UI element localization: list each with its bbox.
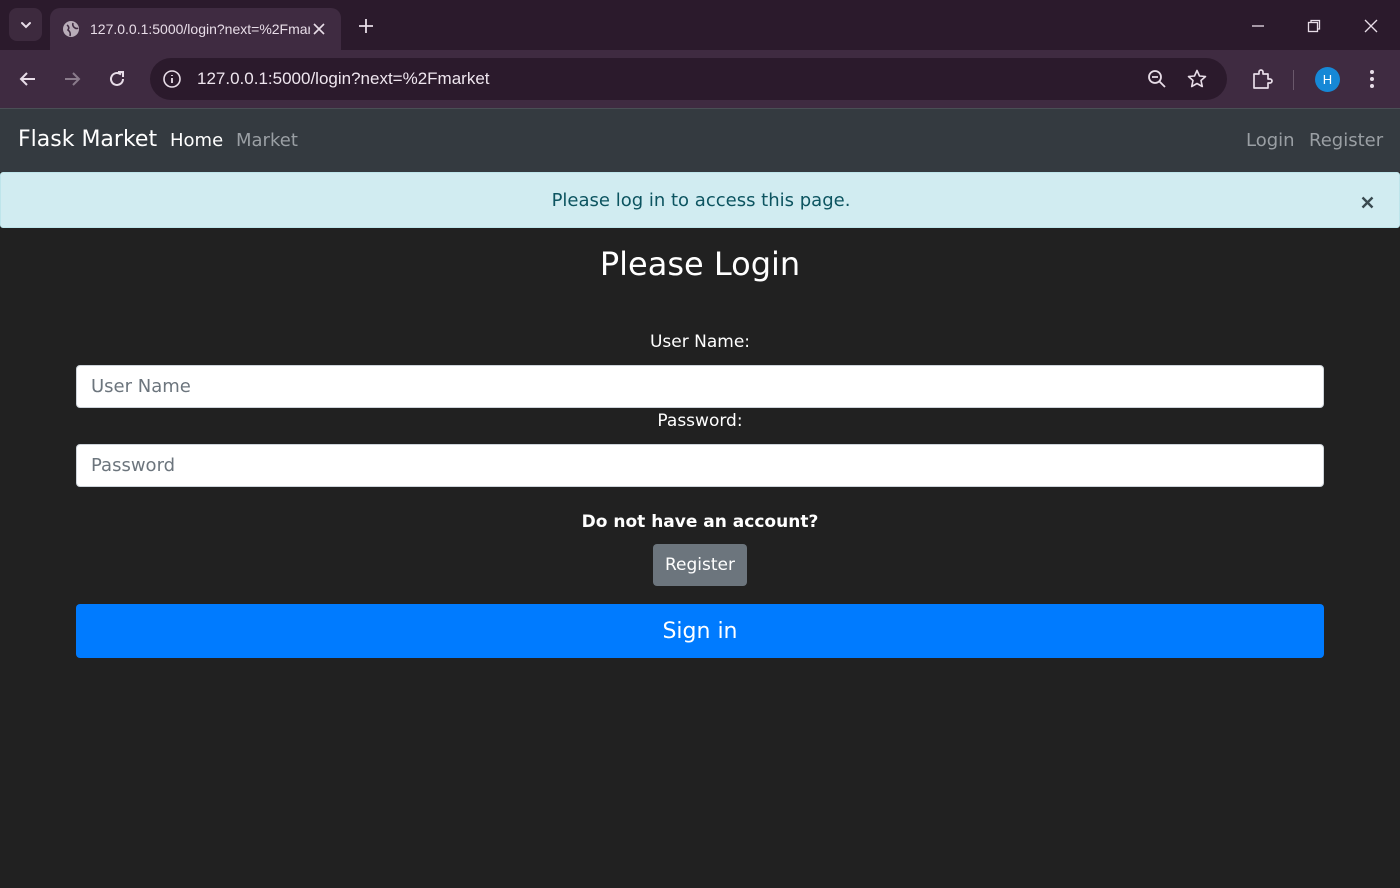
- bookmark-star-icon[interactable]: [1185, 67, 1209, 91]
- close-tab-icon[interactable]: [309, 19, 329, 39]
- flash-alert: Please log in to access this page.: [0, 172, 1400, 228]
- tab-title: 127.0.0.1:5000/login?next=%2Fmarket: [90, 21, 310, 37]
- close-icon: [1361, 196, 1373, 208]
- sign-in-button[interactable]: Sign in: [76, 604, 1324, 658]
- address-bar[interactable]: 127.0.0.1:5000/login?next=%2Fmarket: [150, 58, 1227, 100]
- minimize-button[interactable]: [1244, 12, 1272, 40]
- alert-close-button[interactable]: [1357, 192, 1377, 212]
- forward-button[interactable]: [57, 64, 87, 94]
- browser-tab[interactable]: 127.0.0.1:5000/login?next=%2Fmarket: [50, 8, 341, 50]
- chevron-down-icon: [20, 21, 31, 28]
- close-window-button[interactable]: [1357, 12, 1385, 40]
- app-navbar: Flask Market Home Market Login Register: [0, 108, 1400, 172]
- navbar-brand[interactable]: Flask Market: [18, 127, 157, 152]
- password-label: Password:: [657, 411, 743, 431]
- tab-search-button[interactable]: [9, 8, 42, 41]
- restore-button[interactable]: [1300, 12, 1328, 40]
- password-input[interactable]: [76, 444, 1324, 487]
- new-tab-button[interactable]: [354, 14, 378, 38]
- alert-message: Please log in to access this page.: [551, 190, 851, 211]
- plus-icon: [359, 19, 373, 33]
- nav-link-market[interactable]: Market: [236, 130, 298, 151]
- extensions-button[interactable]: [1248, 65, 1276, 93]
- zoom-icon[interactable]: [1145, 67, 1169, 91]
- restore-icon: [1307, 19, 1321, 33]
- kebab-menu-icon: [1370, 70, 1374, 88]
- register-button[interactable]: Register: [653, 544, 747, 586]
- puzzle-icon: [1253, 69, 1273, 89]
- back-button[interactable]: [13, 64, 43, 94]
- arrow-left-icon: [19, 72, 35, 86]
- reload-icon: [110, 71, 124, 86]
- username-input[interactable]: [76, 365, 1324, 408]
- browser-menu-button[interactable]: [1360, 65, 1384, 93]
- minimize-icon: [1252, 25, 1264, 27]
- browser-tab-bar: 127.0.0.1:5000/login?next=%2Fmarket: [0, 0, 1400, 50]
- nav-link-home[interactable]: Home: [170, 130, 223, 151]
- toolbar-divider: [1293, 70, 1294, 90]
- no-account-text: Do not have an account?: [581, 512, 819, 532]
- page-title: Please Login: [599, 245, 801, 283]
- nav-link-register[interactable]: Register: [1309, 130, 1383, 151]
- browser-toolbar: 127.0.0.1:5000/login?next=%2Fmarket: [0, 50, 1400, 108]
- url-text[interactable]: 127.0.0.1:5000/login?next=%2Fmarket: [197, 69, 490, 89]
- globe-icon: [62, 20, 80, 38]
- site-info-icon[interactable]: [160, 67, 184, 91]
- arrow-right-icon: [65, 72, 81, 86]
- profile-avatar[interactable]: H: [1315, 67, 1340, 92]
- username-label: User Name:: [649, 332, 751, 352]
- close-icon: [1364, 19, 1378, 33]
- nav-link-login[interactable]: Login: [1246, 130, 1295, 151]
- reload-button[interactable]: [102, 64, 132, 94]
